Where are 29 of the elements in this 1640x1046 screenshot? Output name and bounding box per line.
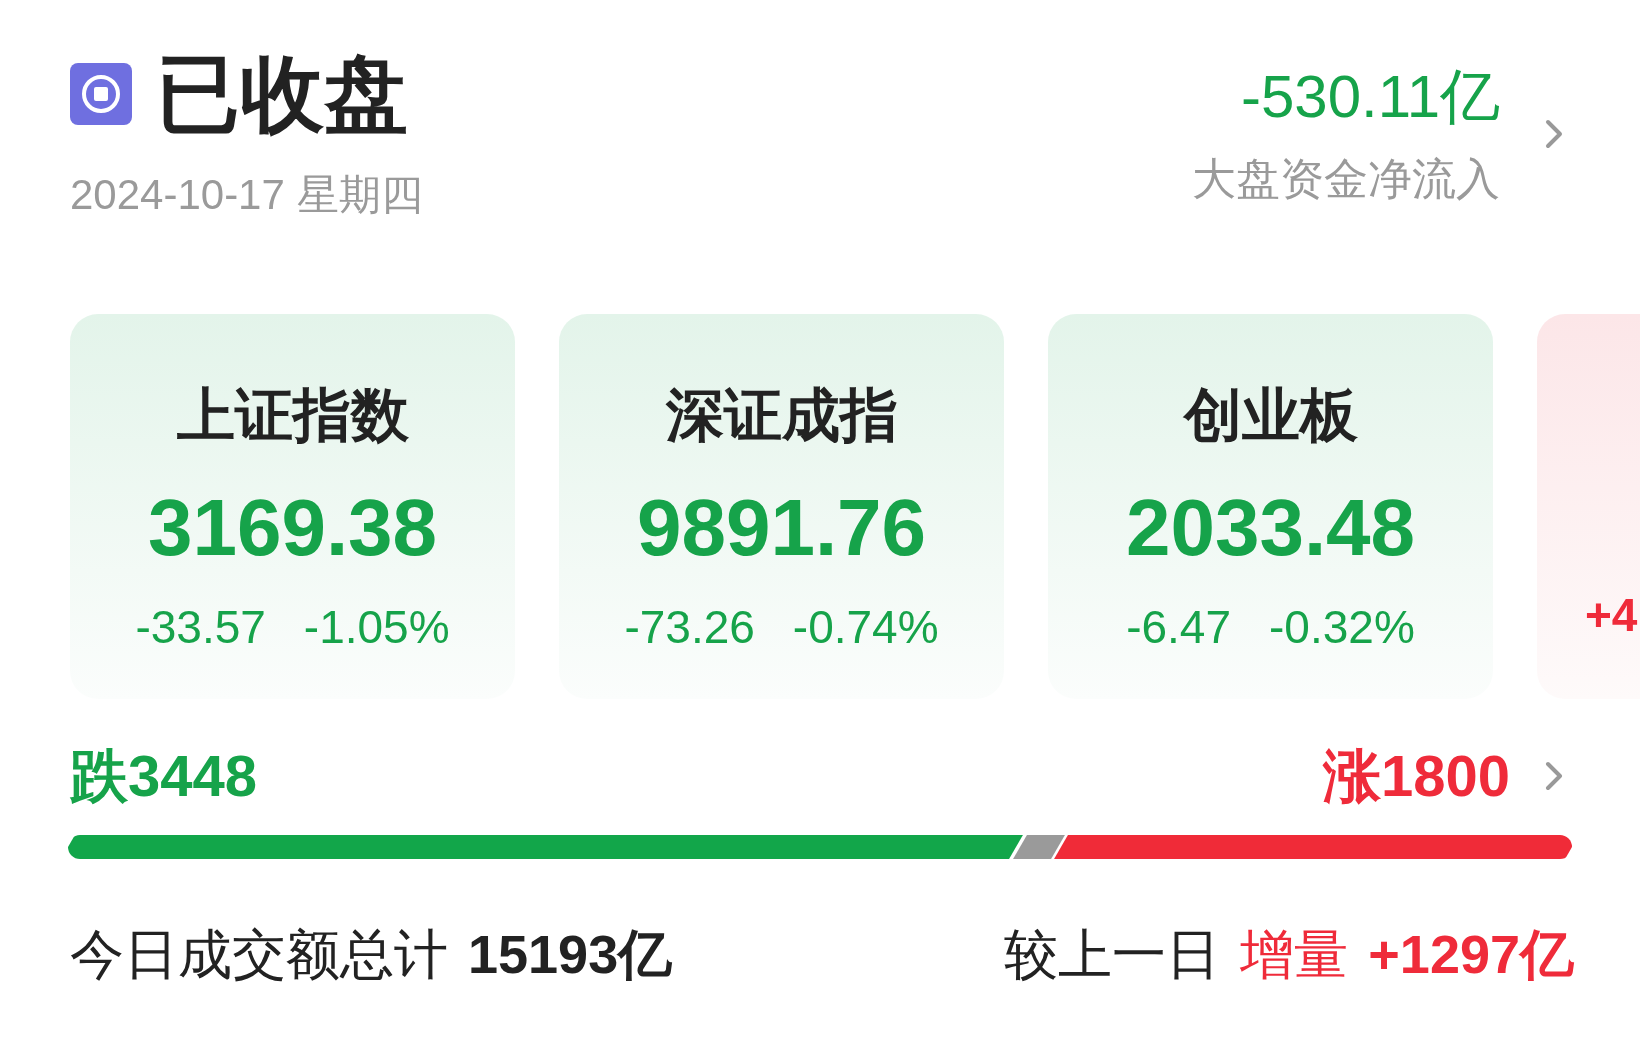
index-name: 深证成指	[665, 386, 898, 444]
index-percent: -0.74%	[792, 604, 939, 650]
index-card[interactable]: 上证指数 3169.38 -33.57 -1.05%	[70, 314, 515, 699]
falling-count: 跌3448	[70, 747, 258, 805]
increase-value: +1297亿	[1368, 927, 1574, 981]
net-flow-value: -530.11亿	[1240, 67, 1500, 127]
index-value: 9891.76	[636, 488, 927, 568]
compare-label: 较上一日	[1004, 927, 1221, 981]
turnover-value: 15193亿	[468, 927, 673, 981]
index-card[interactable]: 深证成指 9891.76 -73.26 -0.74%	[559, 314, 1004, 699]
index-change: +4	[1585, 592, 1639, 638]
index-percent: -0.32%	[1269, 604, 1415, 650]
index-value: 3169.38	[147, 488, 438, 568]
net-flow-label: 大盘资金净流入	[1192, 157, 1500, 201]
rising-count: 涨1800	[1322, 747, 1510, 805]
index-value: 2033.48	[1125, 488, 1416, 568]
turnover-label: 今日成交额总计	[70, 927, 448, 981]
index-percent: -1.05%	[303, 604, 450, 650]
market-status: 已收盘	[156, 52, 408, 136]
increase-label: 增量	[1240, 927, 1349, 981]
index-change: -6.47	[1126, 604, 1232, 650]
index-name: 创业板	[1183, 386, 1358, 444]
index-change: -73.26	[624, 604, 755, 650]
trading-date: 2024-10-17 星期四	[70, 174, 423, 216]
index-name: 上证指数	[176, 386, 409, 444]
index-change: -33.57	[135, 604, 266, 650]
status-icon	[70, 63, 132, 125]
index-card[interactable]: +4	[1537, 314, 1640, 699]
index-card[interactable]: 创业板 2033.48 -6.47 -0.32%	[1048, 314, 1493, 699]
